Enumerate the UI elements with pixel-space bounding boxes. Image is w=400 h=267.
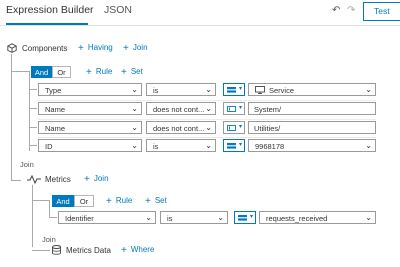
field-select[interactable]: ID ⌄ [38,139,142,152]
group-bracket-line [29,127,37,128]
value-select[interactable]: Service ⌄ [248,83,376,96]
chevron-down-icon: ⌄ [205,141,212,150]
add-join-link[interactable]: + Join [84,174,109,185]
tree-line [32,200,49,201]
tree-line [11,54,12,181]
join-label: Join [20,160,34,169]
chevron-down-icon: ⌄ [365,85,372,94]
or-toggle[interactable]: Or [52,66,71,78]
tab-json[interactable]: JSON [104,4,132,16]
chevron-down-icon: ⌄ [145,213,152,222]
chevron-down-icon: ⌄ [365,213,372,222]
chevron-down-icon: ⌄ [205,123,212,132]
value-select[interactable]: requests_received ⌄ [259,211,376,224]
chevron-down-icon: ⌄ [131,104,138,113]
add-set-link[interactable]: + Set [145,196,167,207]
operator-select[interactable]: is ⌄ [160,211,228,224]
and-toggle[interactable]: And [31,66,52,78]
tree-line [11,180,21,181]
undo-icon[interactable]: ↶ [332,5,340,16]
value-type-button[interactable]: ▾ [223,102,245,115]
group-bracket-line [29,145,37,146]
list-icon [238,215,247,221]
chevron-down-icon: ⌄ [131,123,138,132]
chevron-down-icon: ⌄ [131,85,138,94]
tree-line [11,71,29,72]
chevron-down-icon: ⌄ [131,141,138,150]
value-type-button[interactable]: ▾ [223,139,245,152]
tree-line [32,250,50,251]
value-select[interactable]: 9968178 ⌄ [248,139,376,152]
field-select[interactable]: Type ⌄ [38,83,142,96]
join-label: Join [42,235,56,244]
operator-select[interactable]: does not cont... ⌄ [146,121,216,134]
group-bracket-line [29,71,30,151]
add-rule-link[interactable]: + Rule [106,196,132,207]
caret-down-icon: ▾ [238,86,242,92]
list-icon [227,143,236,149]
caret-down-icon: ▾ [249,214,253,220]
add-rule-link[interactable]: + Rule [86,67,112,78]
field-select[interactable]: Identifier ⌄ [58,211,156,224]
row-divider [38,119,376,120]
add-set-link[interactable]: + Set [121,67,143,78]
tree-line [32,185,33,247]
header-divider [0,25,400,26]
chevron-down-icon: ⌄ [205,104,212,113]
text-field-icon [227,106,236,112]
chevron-down-icon: ⌄ [217,213,224,222]
row-divider [38,100,376,101]
add-having-link[interactable]: + Having [78,43,113,54]
metrics-pulse-icon [27,175,41,184]
value-input[interactable]: Utilities/ [248,121,376,134]
add-where-link[interactable]: + Where [121,245,154,256]
components-label: Components [22,44,68,53]
or-toggle[interactable]: Or [74,195,94,207]
field-select[interactable]: Name ⌄ [38,121,142,134]
caret-down-icon: ▾ [238,142,242,148]
cube-icon [7,43,17,53]
caret-down-icon: ▾ [238,105,242,111]
text-field-icon [227,125,236,131]
group-bracket-line [49,200,50,217]
group-bracket-line [29,108,37,109]
monitor-icon [255,86,265,94]
test-button[interactable]: Test [363,2,400,21]
list-icon [227,87,236,93]
caret-down-icon: ▾ [238,124,242,130]
metrics-label: Metrics [45,175,71,184]
and-toggle[interactable]: And [52,195,74,207]
value-type-button[interactable]: ▾ [223,83,245,96]
tab-expression-builder[interactable]: Expression Builder [6,4,94,16]
field-select[interactable]: Name ⌄ [38,102,142,115]
chevron-down-icon: ⌄ [205,85,212,94]
operator-select[interactable]: does not cont... ⌄ [146,102,216,115]
value-input[interactable]: System/ [248,102,376,115]
redo-icon[interactable]: ↷ [347,5,355,16]
add-join-link[interactable]: + Join [123,43,148,54]
operator-select[interactable]: is ⌄ [146,83,216,96]
row-divider [38,137,376,138]
metrics-data-label: Metrics Data [66,246,111,255]
database-icon [52,245,61,255]
value-type-button[interactable]: ▾ [234,211,256,224]
chevron-down-icon: ⌄ [365,141,372,150]
group-bracket-line [29,89,37,90]
operator-select[interactable]: is ⌄ [146,139,216,152]
value-type-button[interactable]: ▾ [223,121,245,134]
group-bracket-line [49,217,57,218]
